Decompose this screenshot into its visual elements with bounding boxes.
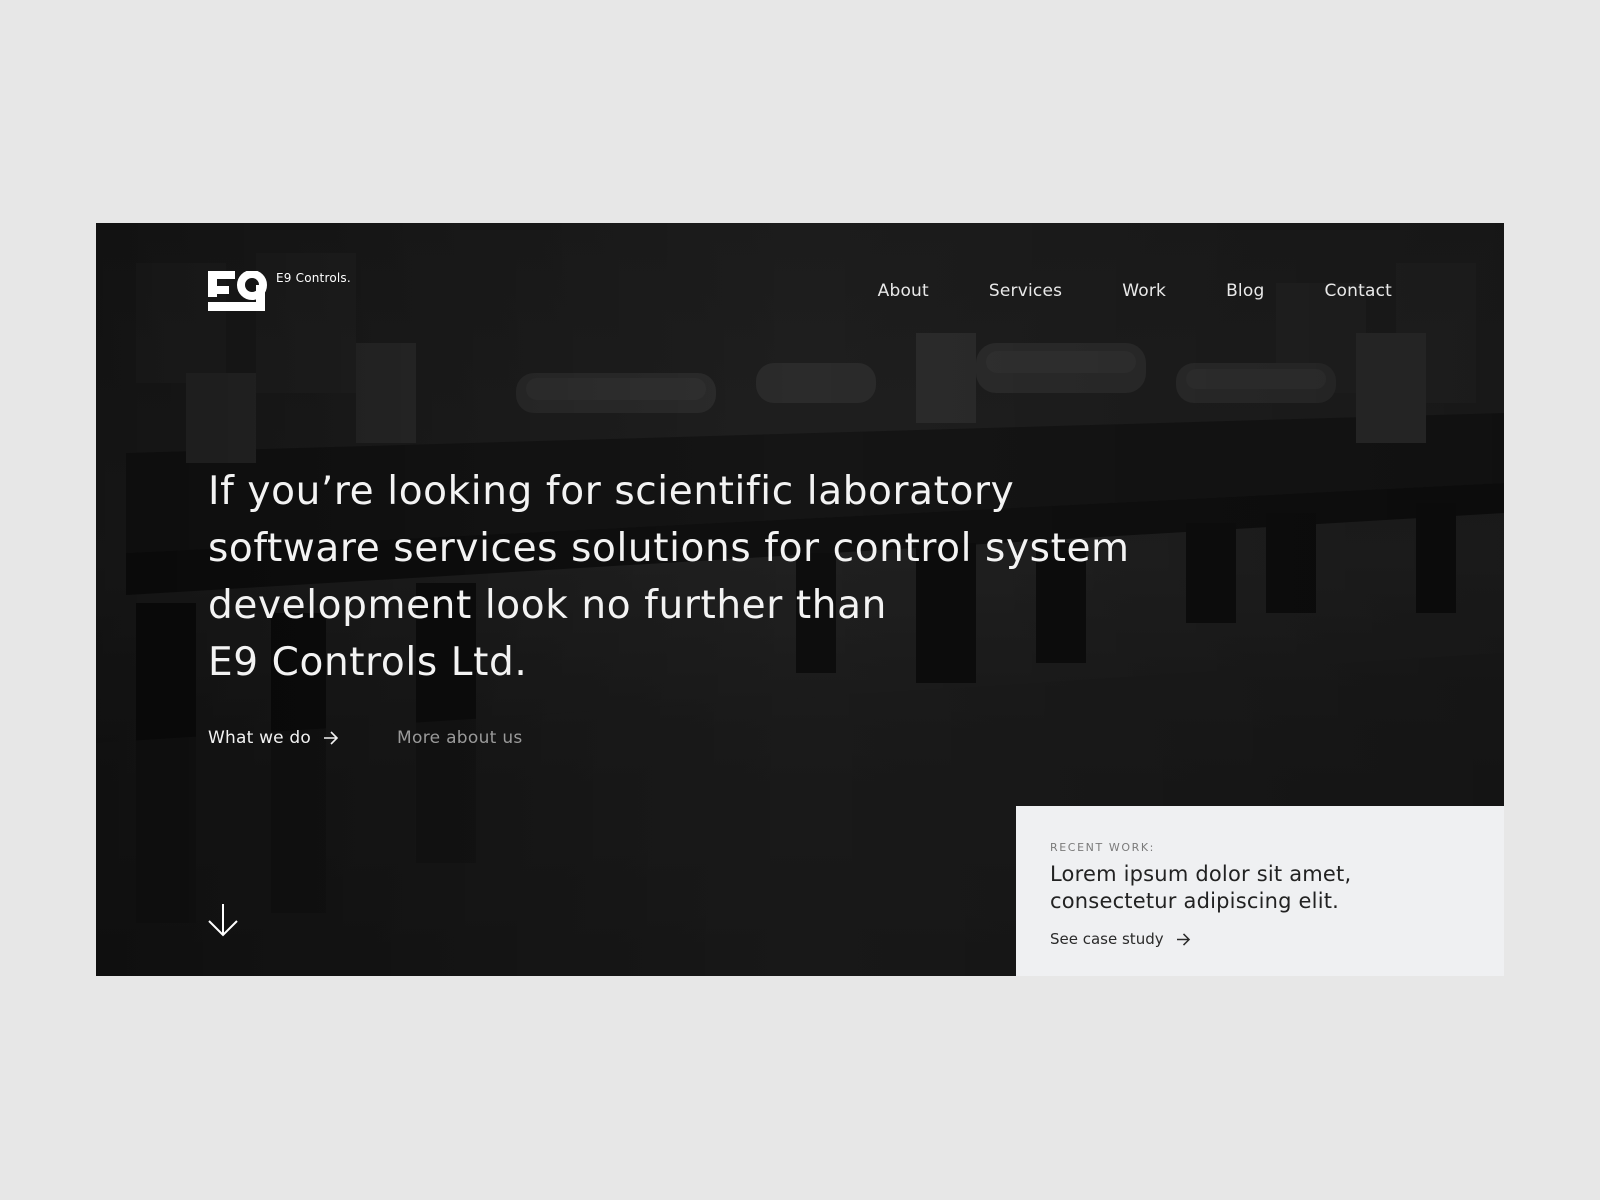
see-case-study-link[interactable]: See case study [1050, 930, 1191, 948]
arrow-right-icon [324, 731, 339, 745]
recent-work-title: Lorem ipsum dolor sit amet, consectetur … [1050, 862, 1352, 913]
headline-line: development look no further than [208, 583, 887, 628]
nav-item-work[interactable]: Work [1122, 281, 1166, 301]
what-we-do-label: What we do [208, 728, 312, 748]
headline-line: If you’re looking for scientific laborat… [208, 469, 1015, 514]
see-case-study-label: See case study [1050, 930, 1164, 948]
what-we-do-link[interactable]: What we do [208, 728, 339, 748]
scroll-down-arrow-icon[interactable] [207, 903, 239, 937]
main-nav: About Services Work Blog Contact [818, 281, 1392, 301]
nav-item-contact[interactable]: Contact [1324, 281, 1392, 301]
e9-logo-icon [208, 271, 268, 311]
arrow-right-icon [1176, 932, 1190, 946]
nav-item-about[interactable]: About [878, 281, 929, 301]
recent-work-card: RECENT WORK: Lorem ipsum dolor sit amet,… [1016, 806, 1504, 976]
brand-logo[interactable]: E9 Controls. [208, 271, 351, 311]
headline-line: E9 Controls Ltd. [208, 640, 528, 685]
nav-item-blog[interactable]: Blog [1226, 281, 1264, 301]
hero-section: E9 Controls. About Services Work Blog Co… [96, 223, 1504, 976]
headline-line: software services solutions for control … [208, 526, 1130, 571]
recent-work-label: RECENT WORK: [1050, 841, 1155, 854]
brand-name: E9 Controls. [276, 271, 351, 285]
hero-headline: If you’re looking for scientific laborat… [208, 463, 1208, 691]
more-about-us-link[interactable]: More about us [397, 728, 523, 748]
nav-item-services[interactable]: Services [989, 281, 1062, 301]
hero-cta-row: What we do More about us [208, 728, 523, 748]
